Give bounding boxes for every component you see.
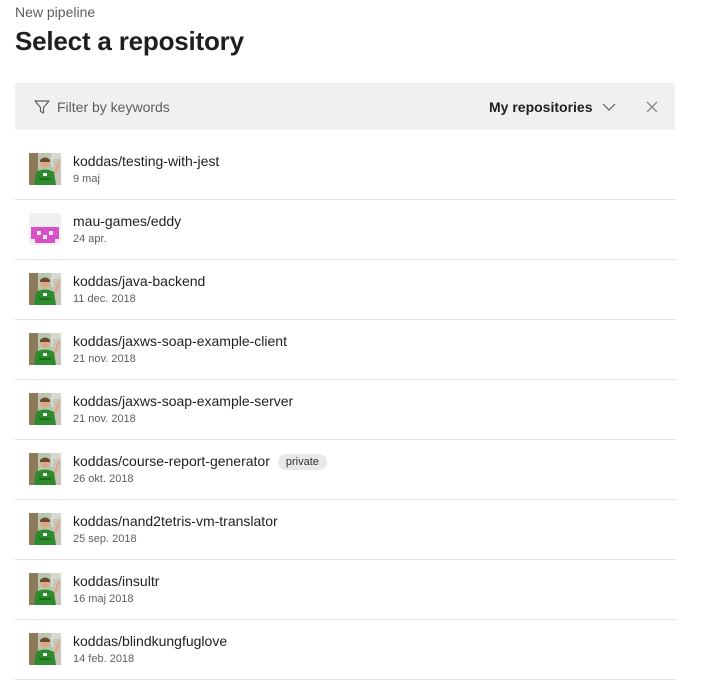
repository-date: 21 nov. 2018 (73, 353, 136, 365)
user-avatar (29, 153, 61, 185)
filter-input[interactable] (57, 95, 417, 119)
identicon-avatar (29, 213, 61, 245)
repository-item[interactable]: koddas/jaxws-soap-example-client 21 nov. … (15, 320, 675, 380)
repository-name-text: koddas/blindkungfuglove (73, 633, 228, 649)
repository-date: 14 feb. 2018 (73, 653, 135, 665)
repository-name: koddas/course-report-generator private (73, 453, 327, 470)
repository-name: koddas/nand2tetris-vm-translator (73, 513, 278, 529)
repository-item[interactable]: mau-games/eddy 24 apr. (15, 200, 675, 260)
repository-name: koddas/insultr (73, 573, 159, 589)
repository-date: 26 okt. 2018 (73, 473, 134, 485)
repository-item[interactable]: koddas/course-report-generator private 26 … (15, 440, 675, 500)
repository-name-text: koddas/jaxws-soap-example-client (73, 333, 287, 349)
repository-name-text: mau-games/eddy (73, 213, 182, 229)
repository-date: 9 maj (73, 173, 100, 185)
repository-item[interactable]: koddas/nand2tetris-vm-translator 25 sep. … (15, 500, 675, 560)
repository-scope-label: My repositories (489, 99, 593, 115)
repository-name: koddas/java-backend (73, 273, 205, 289)
repository-name-text: koddas/jaxws-soap-example-server (73, 393, 294, 409)
repository-date: 25 sep. 2018 (73, 533, 137, 545)
repository-date: 11 dec. 2018 (73, 293, 136, 305)
user-avatar (29, 633, 61, 665)
repository-item[interactable]: koddas/testing-with-jest 9 maj (15, 140, 675, 200)
repository-name: koddas/testing-with-jest (73, 153, 219, 169)
repository-name-text: koddas/testing-with-jest (73, 153, 220, 169)
private-badge: private (277, 454, 327, 470)
user-avatar (29, 393, 61, 425)
repository-date: 24 apr. (73, 233, 107, 245)
user-avatar (29, 573, 61, 605)
page-title: Select a repository (15, 26, 244, 56)
filter-icon (34, 100, 50, 114)
repository-name: koddas/jaxws-soap-example-client (73, 333, 287, 349)
repository-item[interactable]: koddas/blindkungfuglove 14 feb. 2018 (15, 620, 675, 680)
user-avatar (29, 513, 61, 545)
repository-name-text: koddas/nand2tetris-vm-translator (73, 513, 278, 529)
repository-name-text: koddas/java-backend (73, 273, 206, 289)
repository-item[interactable]: koddas/insultr 16 maj 2018 (15, 560, 675, 620)
repository-name: koddas/blindkungfuglove (73, 633, 227, 649)
user-avatar (29, 273, 61, 305)
repository-date: 16 maj 2018 (73, 593, 134, 605)
repository-scope-dropdown[interactable]: My repositories (489, 96, 616, 118)
filter-bar: My repositories (15, 83, 675, 130)
breadcrumb: New pipeline (15, 4, 96, 20)
user-avatar (29, 333, 61, 365)
repository-name: mau-games/eddy (73, 213, 181, 229)
repository-name: koddas/jaxws-soap-example-server (73, 393, 293, 409)
close-icon[interactable] (644, 99, 660, 115)
user-avatar (29, 453, 61, 485)
repository-name-text: koddas/course-report-generator (73, 453, 270, 469)
repository-item[interactable]: koddas/jaxws-soap-example-server 21 nov. … (15, 380, 675, 440)
repository-list: koddas/testing-with-jest 9 maj mau-games/… (15, 140, 675, 680)
chevron-down-icon (603, 103, 616, 111)
repository-date: 21 nov. 2018 (73, 413, 136, 425)
repository-name-text: koddas/insultr (73, 573, 160, 589)
repository-item[interactable]: koddas/java-backend 11 dec. 2018 (15, 260, 675, 320)
